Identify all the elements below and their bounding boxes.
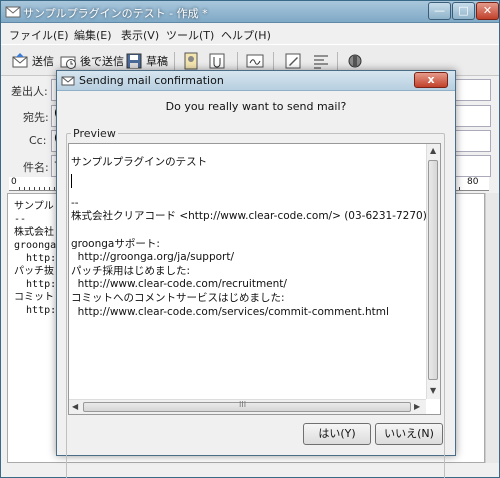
- preview-line: [71, 170, 426, 184]
- ruler-end-label: 80: [467, 177, 479, 187]
- no-button[interactable]: いいえ(N): [375, 423, 443, 445]
- toolbar-separator: [337, 52, 338, 70]
- from-label: 差出人:: [11, 85, 48, 98]
- close-button[interactable]: ✕: [476, 2, 499, 20]
- subject-label: 件名:: [23, 161, 49, 174]
- send-later-toolbar-button[interactable]: 後で送信: [59, 50, 124, 72]
- privacy-button[interactable]: [345, 50, 365, 72]
- confirmation-question: Do you really want to send mail?: [165, 100, 347, 113]
- preview-line: --: [71, 196, 79, 209]
- minimize-button[interactable]: —: [428, 2, 451, 20]
- body-scrollbar[interactable]: [485, 193, 499, 463]
- menu-file[interactable]: ファイル(E): [9, 27, 69, 43]
- toolbar-separator: [237, 52, 238, 70]
- mail-icon: [61, 76, 75, 86]
- vertical-scroll-thumb[interactable]: [428, 160, 438, 380]
- preview-line: サンプルプラグインのテスト: [71, 156, 208, 168]
- send-later-icon: [60, 56, 76, 69]
- send-confirmation-dialog: Sending mail confirmation x Do you reall…: [56, 70, 456, 478]
- plugin-icon: [348, 54, 362, 68]
- scroll-right-arrow-icon[interactable]: ▶: [414, 402, 420, 411]
- dialog-close-button[interactable]: x: [414, 72, 448, 88]
- preview-line: コミットへのコメントサービスはじめました:: [71, 291, 285, 304]
- preview-label: Preview: [71, 127, 118, 140]
- edit-button[interactable]: [283, 50, 303, 72]
- title-bar[interactable]: サンプルプラグインのテスト - 作成 * — □ ✕: [1, 1, 499, 23]
- yes-button[interactable]: はい(Y): [303, 423, 371, 445]
- preview-line: http://www.clear-code.com/recruitment/: [71, 278, 287, 291]
- preview-line: [71, 183, 426, 197]
- pencil-icon: [285, 53, 301, 69]
- draft-toolbar-button[interactable]: 草稿: [125, 50, 168, 72]
- signature-icon: [246, 54, 264, 68]
- save-draft-icon: [126, 53, 142, 69]
- dialog-title-bar[interactable]: Sending mail confirmation x: [57, 71, 455, 91]
- scroll-up-arrow-icon[interactable]: ▲: [430, 146, 436, 155]
- menu-bar: ファイル(E) 編集(E) 表示(V) ツール(T) ヘルプ(H): [1, 24, 499, 44]
- preview-line: [71, 224, 426, 238]
- preview-text-area[interactable]: サンプルプラグインのテスト -- 株式会社クリアコード <http://www.…: [68, 143, 441, 415]
- wrap-lines-icon: [314, 55, 328, 69]
- toolbar-separator: [273, 52, 274, 70]
- app-icon: [5, 6, 21, 18]
- menu-tools[interactable]: ツール(T): [166, 27, 214, 43]
- address-book-icon: [184, 52, 198, 70]
- toolbar-separator: [174, 52, 175, 70]
- preview-line: http://groonga.org/ja/support/: [71, 251, 235, 264]
- text-cursor: [71, 174, 72, 188]
- preview-line: groongaサポート:: [71, 237, 160, 250]
- preview-content: サンプルプラグインのテスト -- 株式会社クリアコード <http://www.…: [71, 156, 426, 319]
- scroll-down-arrow-icon[interactable]: ▼: [430, 386, 436, 395]
- attach-icon: [209, 53, 225, 69]
- send-label: 送信: [32, 55, 54, 68]
- dialog-title: Sending mail confirmation: [79, 74, 224, 87]
- thumb-grip-icon: III: [239, 400, 247, 409]
- preview-line: http://www.clear-code.com/services/commi…: [71, 305, 389, 318]
- menu-edit[interactable]: 編集(E): [74, 27, 112, 43]
- send-later-label: 後で送信: [80, 55, 124, 68]
- window-title: サンプルプラグインのテスト - 作成 *: [23, 7, 208, 20]
- insert-signature-button[interactable]: [245, 50, 265, 72]
- ruler-start-label: 0: [11, 177, 17, 187]
- preview-line: パッチ採用はじめました:: [71, 264, 191, 277]
- attach-button[interactable]: [207, 50, 227, 72]
- address-book-button[interactable]: [181, 50, 201, 72]
- menu-help[interactable]: ヘルプ(H): [221, 27, 271, 43]
- cc-label: Cc:: [29, 134, 47, 147]
- to-label: 宛先:: [23, 111, 49, 124]
- preview-line: 株式会社クリアコード <http://www.clear-code.com/> …: [71, 210, 426, 223]
- wrap-button[interactable]: [311, 50, 331, 72]
- horizontal-scroll-thumb[interactable]: III: [83, 400, 411, 412]
- scroll-left-arrow-icon[interactable]: ◀: [72, 402, 78, 411]
- send-toolbar-button[interactable]: 送信: [11, 50, 54, 72]
- send-icon: [12, 53, 28, 68]
- menu-view[interactable]: 表示(V): [121, 27, 159, 43]
- maximize-button[interactable]: □: [452, 2, 475, 20]
- draft-label: 草稿: [146, 55, 168, 68]
